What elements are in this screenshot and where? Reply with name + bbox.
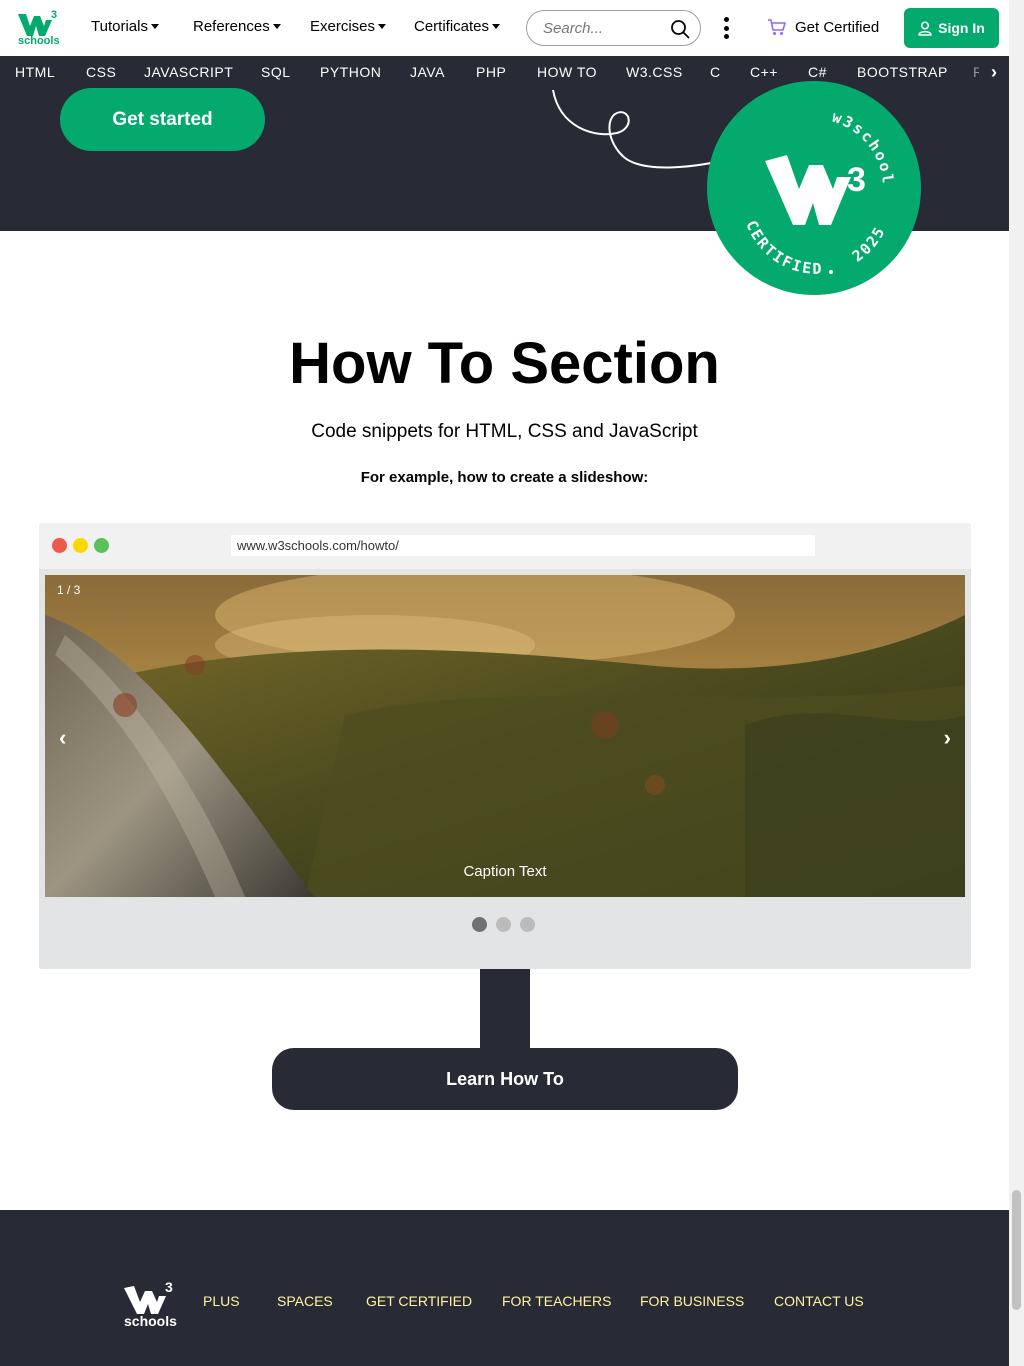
subnav-item-javascript[interactable]: JAVASCRIPT [144, 64, 233, 80]
subnav-item-w3css[interactable]: W3.CSS [626, 64, 683, 80]
maximize-dot-icon [94, 538, 109, 553]
caret-down-icon [378, 24, 387, 29]
slideshow-image: 1 / 3 ‹ › Caption Text [45, 575, 965, 897]
page-scrollbar[interactable] [1009, 0, 1024, 1366]
subnav-item-csharp[interactable]: C# [808, 64, 827, 80]
footer-link-plus[interactable]: PLUS [203, 1293, 240, 1309]
footer: 3 schools PLUS SPACES GET CERTIFIED FOR … [0, 1210, 1009, 1366]
mountain-landscape-image [45, 575, 965, 897]
subnav-item-howto[interactable]: HOW TO [537, 64, 597, 80]
footer-link-get-certified[interactable]: GET CERTIFIED [366, 1293, 472, 1309]
get-certified-label: Get Certified [795, 18, 880, 36]
tutorials-menu[interactable]: Tutorials [91, 18, 159, 35]
w3-logo-icon: 3 [18, 9, 57, 36]
svg-text:3: 3 [51, 9, 57, 21]
footer-logo[interactable]: 3 schools [124, 1279, 177, 1329]
slide-dot-1[interactable] [472, 917, 487, 932]
get-started-button[interactable]: Get started [60, 88, 265, 151]
previous-slide-icon[interactable]: ‹ [59, 725, 66, 751]
caret-down-icon [492, 24, 501, 29]
footer-link-for-teachers[interactable]: FOR TEACHERS [502, 1293, 611, 1309]
chevron-right-icon[interactable]: › [979, 56, 1009, 88]
sign-in-label: Sign In [938, 20, 985, 36]
search-input[interactable] [543, 19, 663, 37]
search-box [526, 10, 701, 46]
tutorials-label: Tutorials [91, 18, 148, 35]
certified-badge: w3schools CERTIFIED 2025 3 [707, 81, 921, 295]
minimize-dot-icon [73, 538, 88, 553]
certificates-menu[interactable]: Certificates [414, 18, 501, 35]
sign-in-button[interactable]: Sign In [904, 8, 999, 48]
url-bar: www.w3schools.com/howto/ [231, 535, 815, 556]
slide-dot-3[interactable] [520, 917, 535, 932]
footer-link-contact-us[interactable]: CONTACT US [774, 1293, 864, 1309]
footer-link-spaces[interactable]: SPACES [277, 1293, 333, 1309]
slide-dot-2[interactable] [496, 917, 511, 932]
caret-down-icon [272, 24, 281, 29]
scrollbar-thumb[interactable] [1012, 1190, 1021, 1310]
page-subtitle: Code snippets for HTML, CSS and JavaScri… [311, 421, 698, 442]
logo-text: schools [18, 35, 60, 47]
slide-caption: Caption Text [463, 863, 547, 880]
subnav-item-c[interactable]: C [710, 64, 721, 80]
cart-icon [768, 19, 786, 35]
references-menu[interactable]: References [193, 18, 281, 35]
subnav-item-php[interactable]: PHP [476, 64, 506, 80]
footer-logo-text: schools [124, 1313, 177, 1329]
w3-logo-icon: 3 [124, 1279, 173, 1314]
monitor-stand [480, 969, 530, 1049]
footer-link-for-business[interactable]: FOR BUSINESS [640, 1293, 744, 1309]
close-dot-icon [52, 538, 67, 553]
subnav-item-cpp[interactable]: C++ [750, 64, 778, 80]
get-certified-link[interactable]: Get Certified [767, 18, 879, 36]
more-options-icon[interactable] [722, 17, 730, 39]
caret-down-icon [150, 24, 159, 29]
subnav-item-bootstrap[interactable]: BOOTSTRAP [857, 64, 948, 80]
exercises-label: Exercises [310, 18, 376, 35]
browser-chrome: www.w3schools.com/howto/ [39, 523, 971, 569]
references-label: References [193, 18, 270, 35]
svg-text:3: 3 [165, 1280, 173, 1295]
subnav-item-python[interactable]: PYTHON [320, 64, 381, 80]
next-slide-icon[interactable]: › [944, 725, 951, 751]
certificates-label: Certificates [414, 18, 490, 35]
subnav-item-html[interactable]: HTML [15, 64, 55, 80]
badge-number: 3 [847, 161, 866, 199]
browser-mockup: www.w3schools.com/howto/ 1 / 3 ‹ › Capti… [39, 523, 971, 969]
learn-how-to-button[interactable]: Learn How To [272, 1048, 738, 1110]
user-icon [918, 20, 932, 36]
slide-counter: 1 / 3 [57, 583, 81, 597]
top-navbar: 3 schools Tutorials References Exercises… [0, 0, 1009, 56]
example-text: For example, how to create a slideshow: [360, 469, 649, 486]
subnav-item-css[interactable]: CSS [86, 64, 116, 80]
search-icon[interactable] [670, 19, 690, 39]
subnav-item-java[interactable]: JAVA [410, 64, 445, 80]
page-title: How To Section [289, 331, 720, 396]
slide-dots [472, 917, 535, 932]
exercises-menu[interactable]: Exercises [310, 18, 387, 35]
w3schools-logo[interactable]: 3 schools [16, 8, 60, 48]
subnav-item-sql[interactable]: SQL [261, 64, 291, 80]
